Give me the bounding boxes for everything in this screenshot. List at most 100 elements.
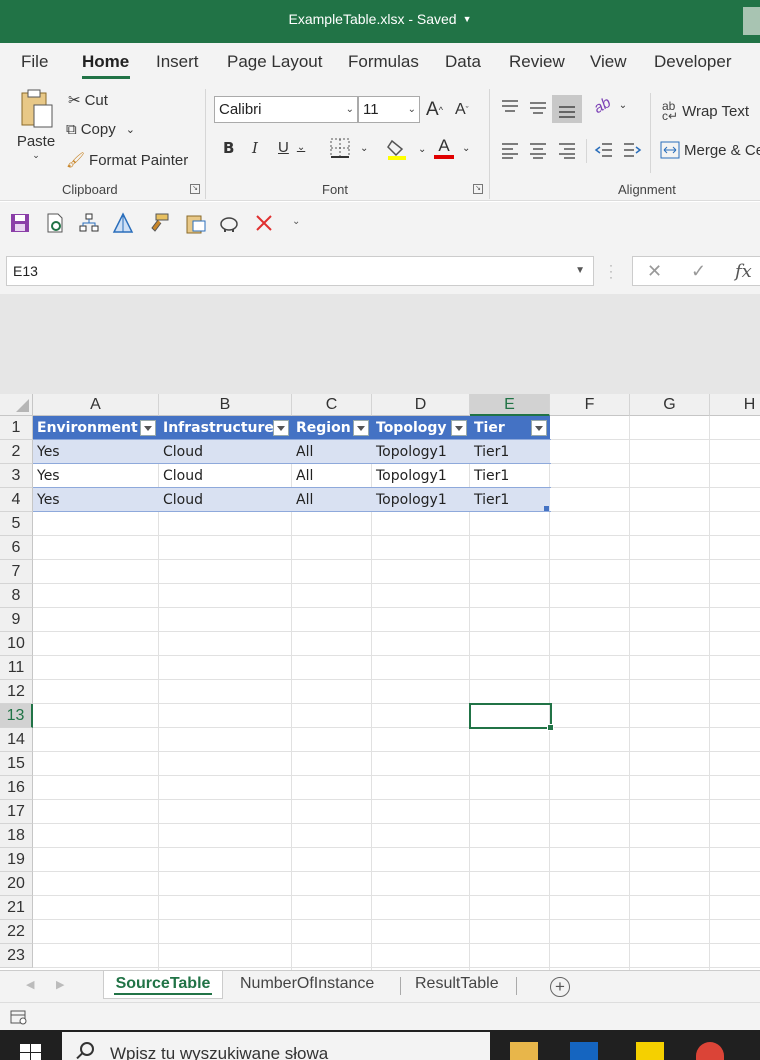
align-right-icon[interactable]	[557, 141, 577, 159]
sheet-tab-numberofinstance[interactable]: NumberOfInstance	[240, 975, 374, 993]
row-header-17[interactable]: 17	[0, 800, 33, 824]
tab-developer[interactable]: Developer	[654, 52, 732, 72]
tab-view[interactable]: View	[590, 52, 627, 72]
tab-home[interactable]: Home	[82, 52, 129, 72]
customize-toolbar-icon[interactable]: ⌄	[292, 216, 300, 227]
paste-button[interactable]: Paste ⌄	[14, 87, 58, 161]
row-header-4[interactable]: 4	[0, 488, 33, 512]
tab-file[interactable]: File	[21, 52, 48, 72]
underline-button[interactable]: U ⌄	[278, 139, 305, 156]
cancel-icon[interactable]: ✕	[647, 261, 662, 282]
table-cell[interactable]: All	[292, 488, 372, 512]
outlook-icon[interactable]	[570, 1042, 598, 1060]
table-cell[interactable]: Tier1	[470, 464, 550, 488]
row-header-23[interactable]: 23	[0, 944, 33, 968]
row-header-8[interactable]: 8	[0, 584, 33, 608]
font-name-combo[interactable]: Calibri ⌄	[214, 96, 358, 123]
table-cell[interactable]: Yes	[33, 488, 159, 512]
table-resize-handle[interactable]	[544, 506, 549, 511]
row-header-19[interactable]: 19	[0, 848, 33, 872]
align-left-icon[interactable]	[500, 141, 520, 159]
row-header-20[interactable]: 20	[0, 872, 33, 896]
increase-indent-icon[interactable]	[622, 141, 642, 159]
column-header-b[interactable]: B	[159, 394, 292, 416]
column-header-a[interactable]: A	[33, 394, 159, 416]
shrink-font-button[interactable]: Aˇ	[455, 101, 469, 119]
save-icon[interactable]	[9, 212, 31, 234]
table-cell[interactable]: All	[292, 440, 372, 464]
filter-dropdown-icon[interactable]	[273, 420, 289, 436]
chrome-icon[interactable]	[696, 1042, 724, 1060]
copy-button[interactable]: ⧉ Copy ⌄	[66, 121, 135, 138]
piggy-bank-icon[interactable]	[218, 212, 240, 234]
table-cell[interactable]: Tier1	[470, 440, 550, 464]
row-header-2[interactable]: 2	[0, 440, 33, 464]
column-header-c[interactable]: C	[292, 394, 372, 416]
italic-button[interactable]: I	[252, 139, 258, 157]
worksheet-grid[interactable]: ABCDEFGH 1 2 3 4 5 6 7 8 9 10 11 12 13 14 15 16 17 18 19 20…	[0, 394, 760, 970]
table-header-cell[interactable]: Tier	[470, 416, 550, 440]
column-header-g[interactable]: G	[630, 394, 710, 416]
format-painter-icon[interactable]	[148, 212, 170, 234]
align-bottom-button[interactable]	[552, 95, 582, 123]
name-box[interactable]: E13 ▼	[6, 256, 594, 286]
windows-start-icon[interactable]	[20, 1044, 42, 1060]
row-header-6[interactable]: 6	[0, 536, 33, 560]
merge-center-button[interactable]: Merge & Ce	[660, 141, 760, 159]
dialog-launcher-icon[interactable]: ↘	[473, 184, 483, 194]
file-explorer-icon[interactable]	[510, 1042, 538, 1060]
decrease-indent-icon[interactable]	[594, 141, 614, 159]
row-header-15[interactable]: 15	[0, 752, 33, 776]
paste-picture-icon[interactable]	[184, 212, 206, 234]
table-cell[interactable]: Topology1	[372, 464, 470, 488]
row-header-11[interactable]: 11	[0, 656, 33, 680]
row-header-13[interactable]: 13	[0, 704, 33, 728]
table-cell[interactable]: Yes	[33, 440, 159, 464]
table-cell[interactable]: Tier1	[470, 488, 550, 512]
fill-color-button[interactable]: ⌄	[386, 137, 426, 161]
grow-font-button[interactable]: A ^	[426, 99, 443, 121]
column-header-h[interactable]: H	[710, 394, 760, 416]
row-header-10[interactable]: 10	[0, 632, 33, 656]
row-header-22[interactable]: 22	[0, 920, 33, 944]
table-cell[interactable]: Cloud	[159, 488, 292, 512]
row-header-3[interactable]: 3	[0, 464, 33, 488]
dialog-launcher-icon[interactable]: ↘	[190, 184, 200, 194]
cut-button[interactable]: ✂ Cut	[68, 91, 108, 110]
hierarchy-icon[interactable]	[78, 212, 100, 234]
filter-dropdown-icon[interactable]	[531, 420, 547, 436]
align-top-icon[interactable]	[500, 99, 520, 115]
title-bar-button[interactable]	[743, 7, 760, 35]
table-cell[interactable]: Topology1	[372, 440, 470, 464]
font-color-button[interactable]: A ⌄	[434, 137, 470, 159]
macro-record-icon[interactable]	[10, 1009, 28, 1025]
table-cell[interactable]: Yes	[33, 464, 159, 488]
table-cell[interactable]: Cloud	[159, 440, 292, 464]
insert-function-button[interactable]: fx	[735, 261, 752, 282]
row-header-18[interactable]: 18	[0, 824, 33, 848]
table-header-cell[interactable]: Region	[292, 416, 372, 440]
select-all-button[interactable]	[0, 394, 33, 416]
table-cell[interactable]: All	[292, 464, 372, 488]
tab-formulas[interactable]: Formulas	[348, 52, 419, 72]
prev-sheet-icon[interactable]: ◀	[26, 978, 34, 991]
wrap-text-button[interactable]: ab c↵ Wrap Text	[662, 100, 749, 122]
close-icon[interactable]	[253, 212, 275, 234]
align-center-icon[interactable]	[528, 141, 548, 159]
row-header-1[interactable]: 1	[0, 416, 33, 440]
font-size-combo[interactable]: 11 ⌄	[358, 96, 420, 123]
table-header-cell[interactable]: Topology	[372, 416, 470, 440]
row-header-5[interactable]: 5	[0, 512, 33, 536]
taskbar-search[interactable]: Wpisz tu wyszukiwane słowa	[62, 1032, 490, 1060]
selected-cell[interactable]	[469, 703, 554, 731]
orientation-button[interactable]: ab ⌄	[591, 94, 627, 117]
row-header-12[interactable]: 12	[0, 680, 33, 704]
tab-insert[interactable]: Insert	[156, 52, 199, 72]
row-header-7[interactable]: 7	[0, 560, 33, 584]
sheet-tab-resulttable[interactable]: ResultTable	[415, 975, 499, 993]
table-cell[interactable]: Topology1	[372, 488, 470, 512]
row-header-14[interactable]: 14	[0, 728, 33, 752]
add-sheet-button[interactable]: +	[550, 977, 570, 997]
sticky-notes-icon[interactable]	[636, 1042, 664, 1060]
drag-handle-icon[interactable]: · · ·	[609, 259, 613, 283]
